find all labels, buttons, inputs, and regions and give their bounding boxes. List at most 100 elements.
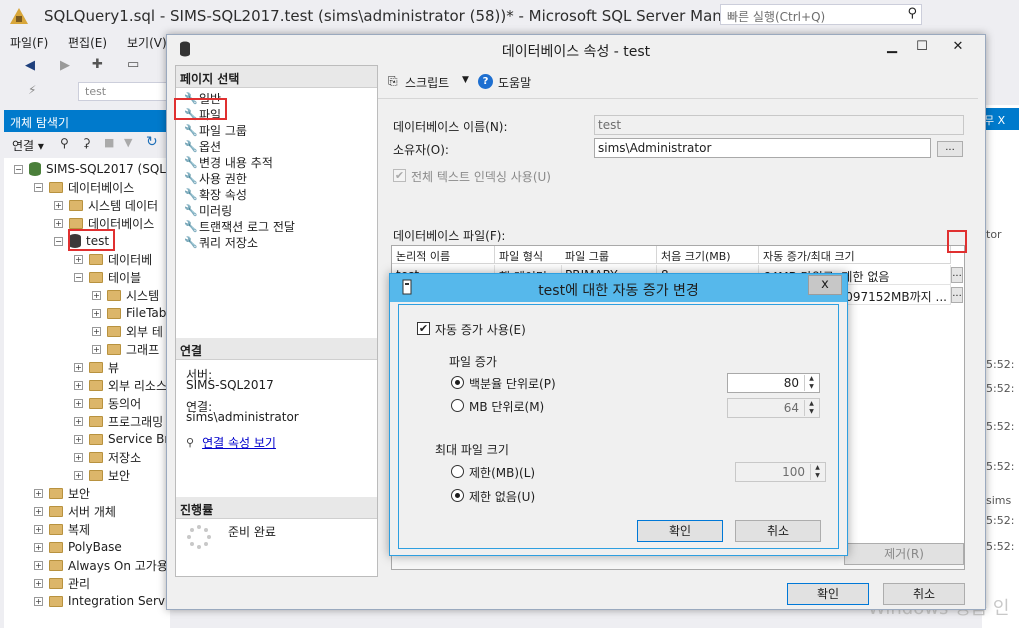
collapse-icon[interactable]: − — [14, 164, 23, 174]
fulltext-checkbox[interactable]: ✔ — [393, 169, 406, 182]
page-item[interactable]: 🔧 미러링 — [184, 202, 232, 218]
tree-node[interactable]: + FileTab — [92, 304, 166, 322]
remove-button[interactable]: 제거(R) — [844, 543, 964, 565]
tree-node[interactable]: + Always On 고가용 — [34, 556, 168, 574]
expand-icon[interactable]: + — [74, 398, 83, 408]
autogrowth-close-button[interactable]: x — [808, 275, 842, 295]
new-item-icon[interactable]: ✚ — [92, 57, 103, 72]
page-item[interactable]: 🔧 사용 권한 — [184, 170, 247, 186]
tree-node[interactable]: + 보안 — [34, 484, 90, 502]
open-icon[interactable]: ▭ — [127, 57, 139, 72]
stepper-arrows-icon[interactable]: ▲ ▼ — [804, 400, 818, 416]
expand-icon[interactable]: + — [74, 362, 83, 372]
owner-browse-button[interactable]: ... — [937, 141, 963, 157]
tree-node[interactable]: + 서버 개체 — [34, 502, 116, 520]
tree-node[interactable]: + 데이터베 — [74, 250, 152, 268]
unlimited-radio[interactable] — [451, 489, 464, 502]
tree-node[interactable]: + 동의어 — [74, 394, 141, 412]
expand-icon[interactable]: + — [92, 290, 101, 300]
expand-icon[interactable]: + — [34, 488, 43, 498]
page-item[interactable]: 🔧 옵션 — [184, 138, 221, 154]
stop-icon[interactable]: ■ — [104, 136, 114, 149]
stepper-arrows-icon[interactable]: ▲ ▼ — [810, 464, 824, 480]
expand-icon[interactable]: + — [92, 344, 101, 354]
autogrowth-edit-button[interactable]: ... — [951, 287, 963, 303]
expand-icon[interactable]: + — [74, 452, 83, 462]
collapse-icon[interactable]: − — [34, 182, 43, 192]
tree-node[interactable]: + 보안 — [74, 466, 130, 484]
stepper-arrows-icon[interactable]: ▲ ▼ — [804, 375, 818, 391]
tree-node[interactable]: + 뷰 — [74, 358, 119, 376]
expand-icon[interactable]: + — [34, 506, 43, 516]
filter-icon[interactable]: ▼ — [124, 136, 132, 149]
expand-icon[interactable]: + — [74, 380, 83, 390]
tree-node[interactable]: + 복제 — [34, 520, 90, 538]
owner-field[interactable]: sims\Administrator — [594, 138, 931, 158]
column-header[interactable]: 처음 크기(MB) — [657, 246, 759, 264]
minimize-button[interactable]: ▁ — [877, 37, 907, 57]
column-header[interactable]: 논리적 이름 — [392, 246, 495, 264]
database-selector[interactable]: test — [78, 82, 168, 101]
disconnect-icon[interactable]: ⚳ — [82, 136, 91, 150]
expand-icon[interactable]: + — [54, 218, 63, 228]
expand-icon[interactable]: + — [92, 326, 101, 336]
collapse-icon[interactable]: − — [74, 272, 83, 282]
page-item[interactable]: 🔧 쿼리 저장소 — [184, 234, 258, 250]
expand-icon[interactable]: + — [74, 470, 83, 480]
tree-node[interactable]: + 프로그래밍 — [74, 412, 163, 430]
column-header[interactable]: 파일 형식 — [495, 246, 562, 264]
connect-dropdown[interactable]: 연결 ▾ — [12, 137, 44, 154]
percent-radio[interactable] — [451, 376, 464, 389]
tree-node[interactable]: + Integration Servic — [34, 592, 170, 610]
page-item[interactable]: 🔧 변경 내용 추적 — [184, 154, 273, 170]
limited-stepper[interactable]: 100 ▲ ▼ — [735, 462, 826, 482]
help-button[interactable]: 도움말 — [498, 74, 531, 91]
tree-node[interactable]: + 외부 테 — [92, 322, 163, 340]
tree-node[interactable]: − 데이터베이스 — [34, 178, 134, 196]
tree-node[interactable]: − 테이블 — [74, 268, 141, 286]
cancel-button[interactable]: 취소 — [883, 583, 965, 605]
expand-icon[interactable]: + — [74, 434, 83, 444]
expand-icon[interactable]: + — [54, 200, 63, 210]
tree-node[interactable]: + 저장소 — [74, 448, 141, 466]
mb-stepper[interactable]: 64 ▲ ▼ — [727, 398, 820, 418]
tree-node[interactable]: + 그래프 — [92, 340, 159, 358]
expand-icon[interactable]: + — [34, 542, 43, 552]
autogrowth-cancel-button[interactable]: 취소 — [735, 520, 821, 542]
script-button[interactable]: 스크립트 — [405, 74, 449, 91]
collapse-icon[interactable]: − — [54, 236, 63, 246]
tree-node[interactable]: + Service Bro — [74, 430, 170, 448]
view-connection-properties-link[interactable]: 연결 속성 보기 — [202, 434, 276, 451]
expand-icon[interactable]: + — [92, 308, 101, 318]
expand-icon[interactable]: + — [34, 578, 43, 588]
expand-icon[interactable]: + — [74, 416, 83, 426]
connect-plug-icon[interactable]: ⚡ — [28, 83, 36, 97]
expand-icon[interactable]: + — [34, 524, 43, 534]
tree-node[interactable]: + 시스템 데이터 — [54, 196, 158, 214]
page-item[interactable]: 🔧 확장 속성 — [184, 186, 247, 202]
column-header[interactable]: 자동 증가/최대 크기 — [759, 246, 951, 264]
db-name-field[interactable]: test — [594, 115, 964, 135]
tree-node[interactable]: + 외부 리소스 — [74, 376, 167, 394]
tree-node[interactable]: + 시스템 — [92, 286, 159, 304]
script-dropdown-icon[interactable]: ▼ — [462, 75, 469, 85]
percent-stepper[interactable]: 80 ▲ ▼ — [727, 373, 820, 393]
expand-icon[interactable]: + — [34, 596, 43, 606]
menu-view[interactable]: 보기(V) — [127, 34, 167, 51]
tree-node[interactable]: + 관리 — [34, 574, 90, 592]
forward-icon[interactable]: ▶ — [60, 58, 70, 73]
view-connection-properties[interactable]: ⚲ 연결 속성 보기 — [186, 434, 276, 451]
autogrowth-ok-button[interactable]: 확인 — [637, 520, 723, 542]
tree-node[interactable]: − SIMS-SQL2017 (SQL — [14, 160, 166, 178]
column-header[interactable]: 파일 그룹 — [561, 246, 657, 264]
back-icon[interactable]: ◀ — [25, 58, 35, 73]
menu-file[interactable]: 파일(F) — [10, 34, 48, 51]
expand-icon[interactable]: + — [34, 560, 43, 570]
menu-edit[interactable]: 편집(E) — [68, 34, 107, 51]
maximize-button[interactable]: ☐ — [907, 37, 937, 57]
page-item[interactable]: 🔧 파일 그룹 — [184, 122, 247, 138]
close-button[interactable]: ✕ — [943, 37, 973, 57]
limited-radio[interactable] — [451, 465, 464, 478]
ok-button[interactable]: 확인 — [787, 583, 869, 605]
enable-autogrowth-checkbox[interactable]: ✔ — [417, 322, 430, 335]
